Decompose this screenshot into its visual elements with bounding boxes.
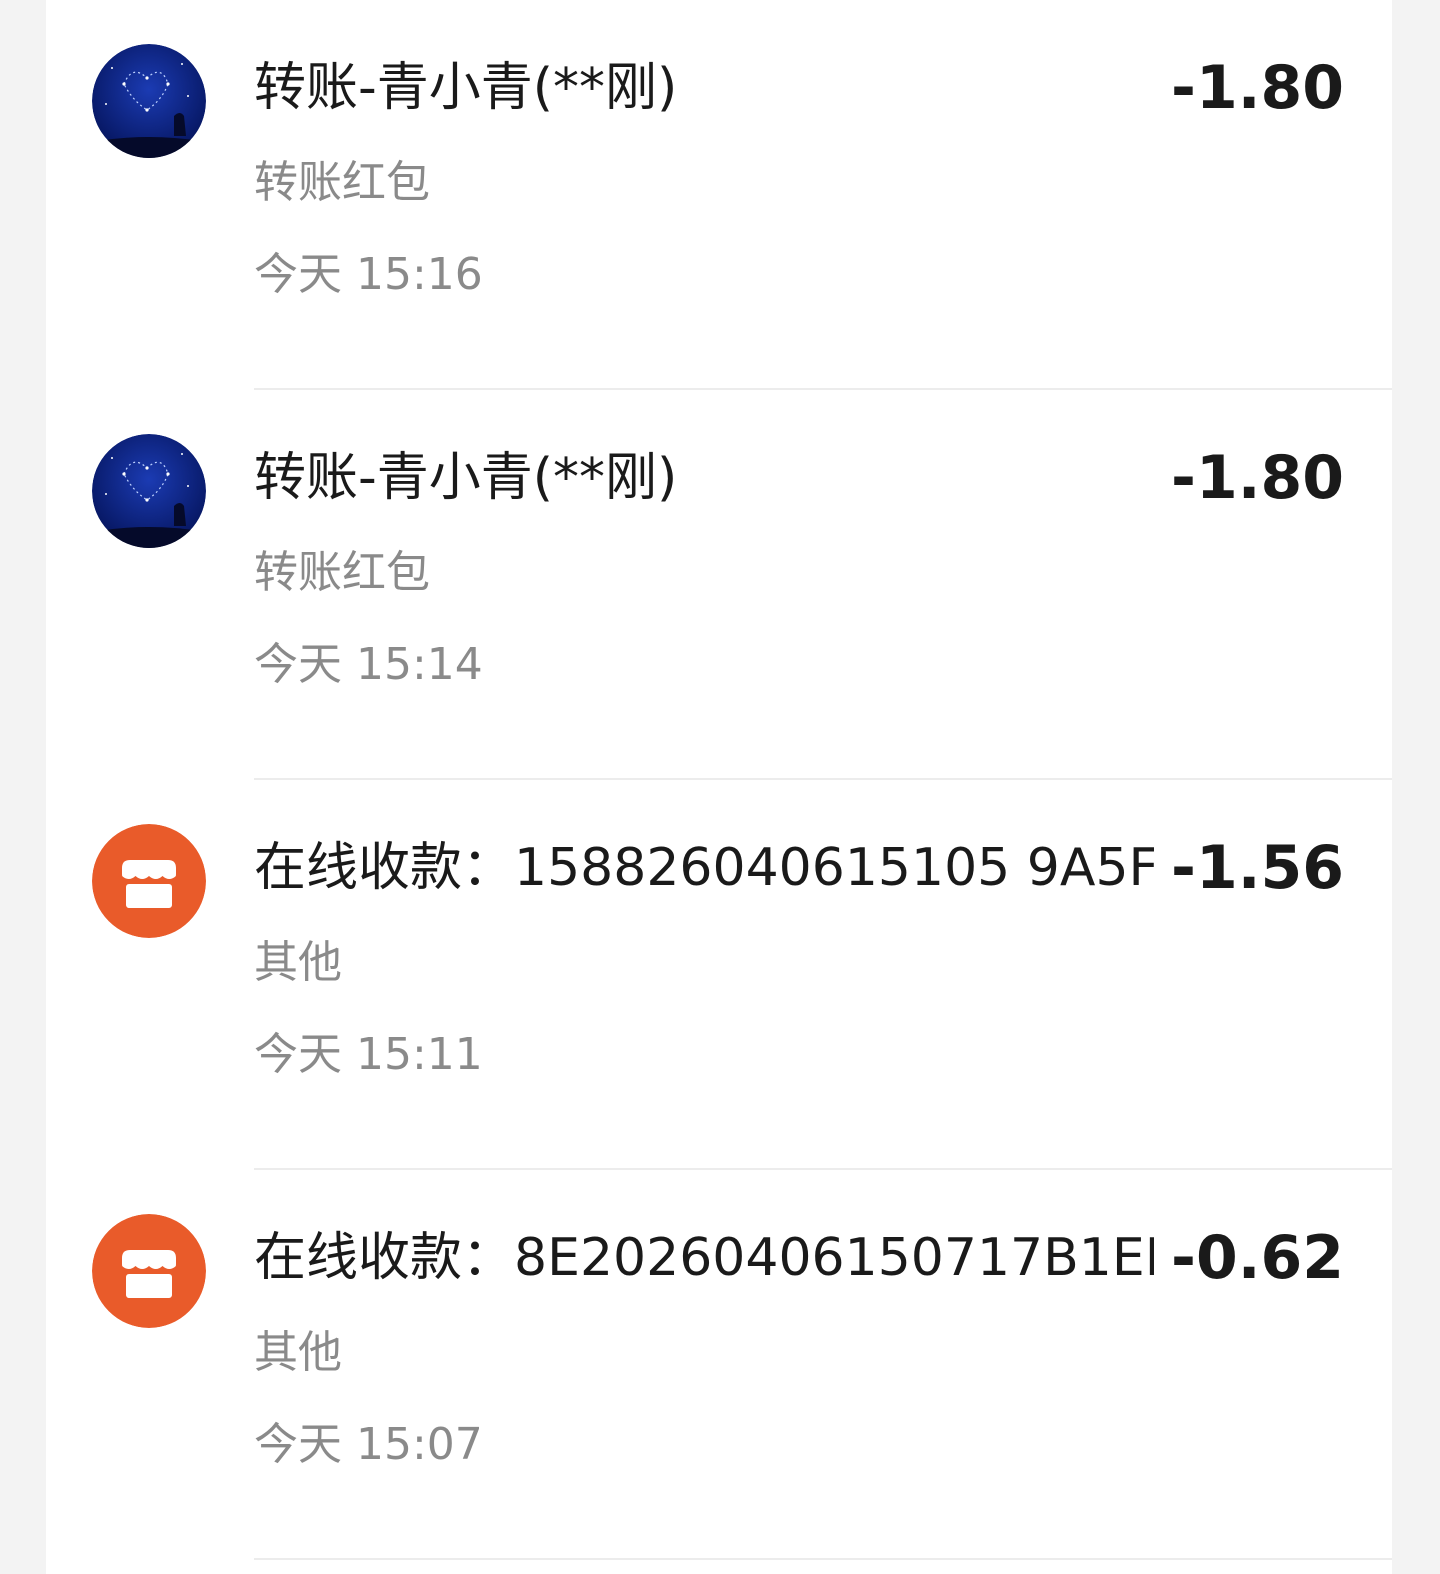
transaction-row[interactable]: 转账-青小青(**刚) -1.80 转账红包 今天 15:14: [46, 390, 1392, 780]
shop-icon: [92, 1214, 206, 1328]
transaction-title: 在线收款：158826040615105 9A5FC6...: [254, 838, 1154, 898]
transaction-amount: -1.56: [1171, 833, 1344, 903]
transaction-category: 其他: [254, 1327, 342, 1378]
transaction-category: 转账红包: [254, 157, 430, 208]
transaction-title: 转账-青小青(**刚): [254, 448, 678, 508]
transaction-list: 转账-青小青(**刚) -1.80 转账红包 今天 15:16 转账-青小青(*…: [46, 0, 1392, 1574]
starry-night-avatar-icon: [92, 44, 206, 158]
transaction-row[interactable]: 在线收款：158826040615105 9A5FC6... -1.56 其他 …: [46, 780, 1392, 1170]
page: 转账-青小青(**刚) -1.80 转账红包 今天 15:16 转账-青小青(*…: [0, 0, 1440, 1574]
transaction-title: 转账-青小青(**刚): [254, 58, 678, 118]
transaction-category: 其他: [254, 937, 342, 988]
transaction-row[interactable]: 在线收款：8E20260406150717B1EE4... -0.62 其他 今…: [46, 1170, 1392, 1560]
transaction-time: 今天 15:11: [254, 1029, 483, 1080]
transaction-time: 今天 15:07: [254, 1419, 483, 1470]
transaction-row[interactable]: 转账-青小青(**刚) -1.80 转账红包 今天 15:16: [46, 0, 1392, 390]
transaction-category: 转账红包: [254, 547, 430, 598]
shop-icon: [92, 824, 206, 938]
transaction-title: 在线收款：8E20260406150717B1EE4...: [254, 1228, 1154, 1288]
transaction-time: 今天 15:16: [254, 249, 483, 300]
transaction-amount: -0.62: [1171, 1223, 1344, 1293]
transaction-amount: -1.80: [1171, 53, 1344, 123]
transaction-time: 今天 15:14: [254, 639, 483, 690]
transaction-amount: -1.80: [1171, 443, 1344, 513]
starry-night-avatar-icon: [92, 434, 206, 548]
row-divider: [254, 1558, 1392, 1560]
